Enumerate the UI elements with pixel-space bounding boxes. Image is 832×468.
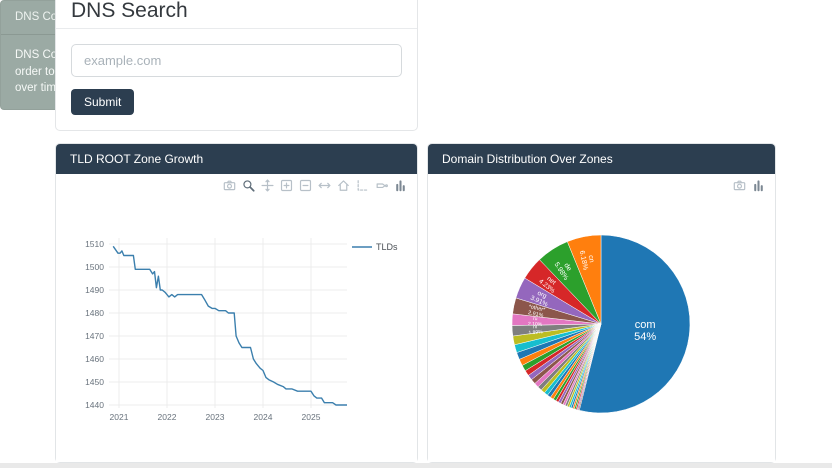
svg-text:2021: 2021: [110, 412, 129, 422]
dns-search-panel: DNS Search Submit: [55, 0, 418, 131]
svg-text:TLDs: TLDs: [376, 242, 398, 252]
svg-text:com54%: com54%: [634, 319, 656, 343]
plotly-logo-icon[interactable]: [752, 179, 765, 192]
domain-distribution-chart-area: com54%nl1.89%ru2.10%*other*2.91%org3.91%…: [428, 174, 775, 462]
zoom-in-icon[interactable]: [280, 179, 293, 192]
zoom-icon[interactable]: [242, 179, 255, 192]
camera-icon[interactable]: [733, 179, 746, 192]
tld-chart-toolbar: [223, 179, 407, 192]
dns-search-body: Submit: [56, 29, 417, 130]
search-input[interactable]: [71, 44, 402, 77]
svg-text:1470: 1470: [85, 331, 104, 341]
svg-text:1510: 1510: [85, 239, 104, 249]
submit-button[interactable]: Submit: [71, 89, 134, 115]
camera-icon[interactable]: [223, 179, 236, 192]
svg-text:1500: 1500: [85, 262, 104, 272]
tld-growth-line-chart[interactable]: 1440 1450 1460 1470 1480 1490 1500 1510 2021 2022…: [56, 200, 417, 460]
svg-text:1490: 1490: [85, 285, 104, 295]
svg-text:2022: 2022: [158, 412, 177, 422]
svg-text:1440: 1440: [85, 400, 104, 410]
svg-text:1450: 1450: [85, 377, 104, 387]
domain-distribution-pie-chart[interactable]: com54%nl1.89%ru2.10%*other*2.91%org3.91%…: [428, 200, 775, 462]
page: DNS Search Submit DNS Coffee? DNS Coffee…: [0, 0, 832, 468]
svg-text:1480: 1480: [85, 308, 104, 318]
tld-growth-panel: TLD ROOT Zone Growth 1440 1450 1460 1470 148…: [55, 143, 418, 463]
pan-icon[interactable]: [261, 179, 274, 192]
hover-closest-icon[interactable]: [375, 179, 388, 192]
tld-growth-chart-area: 1440 1450 1460 1470 1480 1490 1500 1510 2021 2022…: [56, 174, 417, 462]
autoscale-icon[interactable]: [318, 179, 331, 192]
svg-text:2023: 2023: [206, 412, 225, 422]
footer: [0, 463, 832, 468]
svg-text:2024: 2024: [254, 412, 273, 422]
page-title: DNS Search: [71, 0, 402, 22]
svg-text:1460: 1460: [85, 354, 104, 364]
domain-distribution-title: Domain Distribution Over Zones: [428, 144, 775, 174]
dns-search-heading: DNS Search: [56, 0, 417, 29]
zoom-out-icon[interactable]: [299, 179, 312, 192]
tld-growth-title: TLD ROOT Zone Growth: [56, 144, 417, 174]
domain-distribution-panel: Domain Distribution Over Zones com54%nl1…: [427, 143, 776, 463]
pie-chart-toolbar: [733, 179, 765, 192]
spikelines-icon[interactable]: [356, 179, 369, 192]
reset-axes-icon[interactable]: [337, 179, 350, 192]
plotly-logo-icon[interactable]: [394, 179, 407, 192]
svg-text:2025: 2025: [302, 412, 321, 422]
